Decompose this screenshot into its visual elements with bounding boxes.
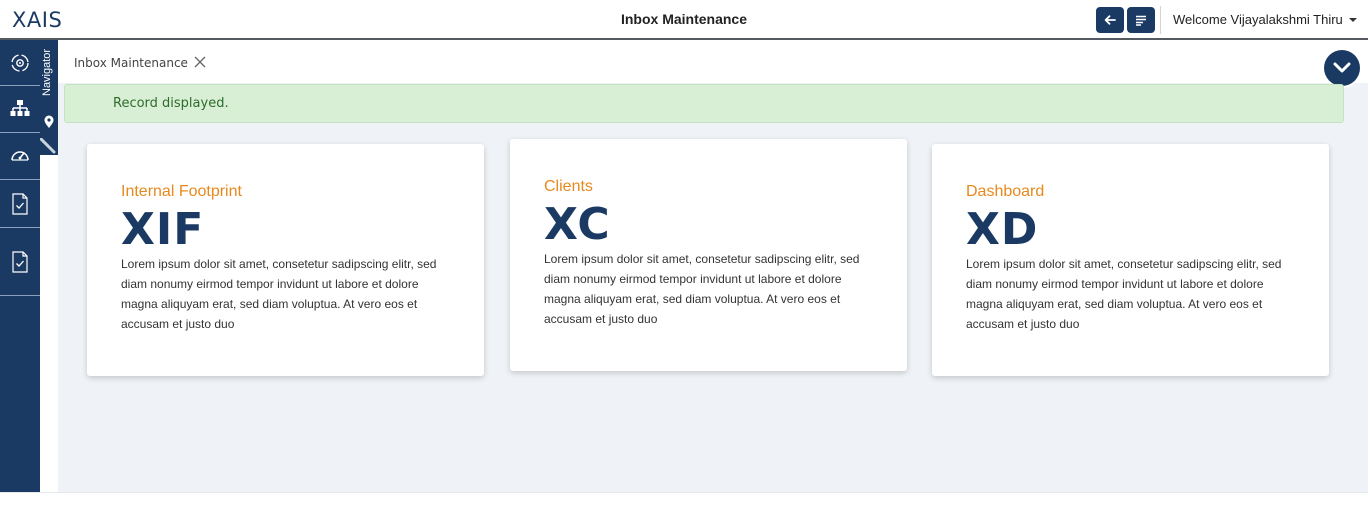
app-logo[interactable]: XAIS: [12, 8, 62, 32]
card-title: Dashboard: [966, 183, 1045, 200]
sidebar-item-hierarchy[interactable]: [0, 86, 40, 133]
card-description: Lorem ipsum dolor sit amet, consetetur s…: [121, 257, 437, 331]
close-icon[interactable]: [193, 55, 207, 69]
location-pin-icon: [44, 115, 54, 128]
tab-inbox-maintenance[interactable]: Inbox Maintenance: [74, 56, 188, 70]
header-divider: [1160, 6, 1161, 34]
sidebar-item-settings[interactable]: [0, 40, 40, 86]
card-dashboard[interactable]: Dashboard XD Lorem ipsum dolor sit amet,…: [932, 144, 1329, 376]
card-clients[interactable]: Clients XC Lorem ipsum dolor sit amet, c…: [510, 139, 907, 371]
caret-down-icon: [1348, 17, 1357, 22]
card-abbreviation: XC: [544, 199, 611, 250]
document-check-icon: [12, 192, 28, 215]
tab-strip: [58, 40, 1368, 83]
success-alert: Record displayed.: [64, 84, 1344, 123]
back-button[interactable]: [1096, 7, 1124, 33]
user-menu[interactable]: Welcome Vijayalakshmi Thiru: [1173, 12, 1357, 27]
document-check-icon: [12, 250, 28, 273]
alert-message: Record displayed.: [113, 96, 229, 111]
card-abbreviation: XIF: [121, 204, 205, 255]
top-bar: XAIS Inbox Maintenance Welcome Vijayalak…: [0, 0, 1368, 40]
page-title: Inbox Maintenance: [620, 11, 748, 27]
menu-button[interactable]: [1127, 7, 1155, 33]
pencil-icon: [40, 138, 56, 154]
footer-strip: [0, 492, 1368, 526]
arrow-left-icon: [1104, 15, 1116, 25]
collapse-button[interactable]: [1324, 50, 1360, 86]
navigator-tab[interactable]: Navigator: [40, 40, 58, 155]
sidebar-item-document-2[interactable]: [0, 228, 40, 296]
sidebar-item-document-1[interactable]: [0, 180, 40, 228]
hierarchy-icon: [10, 100, 30, 116]
sidebar: [0, 40, 40, 492]
card-abbreviation: XD: [966, 204, 1039, 255]
card-description: Lorem ipsum dolor sit amet, consetetur s…: [966, 257, 1282, 331]
navigator-label: Navigator: [41, 48, 53, 96]
menu-lines-icon: [1136, 15, 1146, 26]
speedometer-icon: [11, 151, 29, 161]
card-title: Clients: [544, 178, 593, 195]
sidebar-item-dashboard[interactable]: [0, 133, 40, 180]
card-description: Lorem ipsum dolor sit amet, consetetur s…: [544, 252, 860, 326]
welcome-text: Welcome Vijayalakshmi Thiru: [1173, 12, 1343, 27]
card-title: Internal Footprint: [121, 183, 242, 200]
card-internal-footprint[interactable]: Internal Footprint XIF Lorem ipsum dolor…: [87, 144, 484, 376]
chevron-down-icon: [1333, 62, 1351, 73]
settings-cycle-icon: [11, 53, 29, 72]
